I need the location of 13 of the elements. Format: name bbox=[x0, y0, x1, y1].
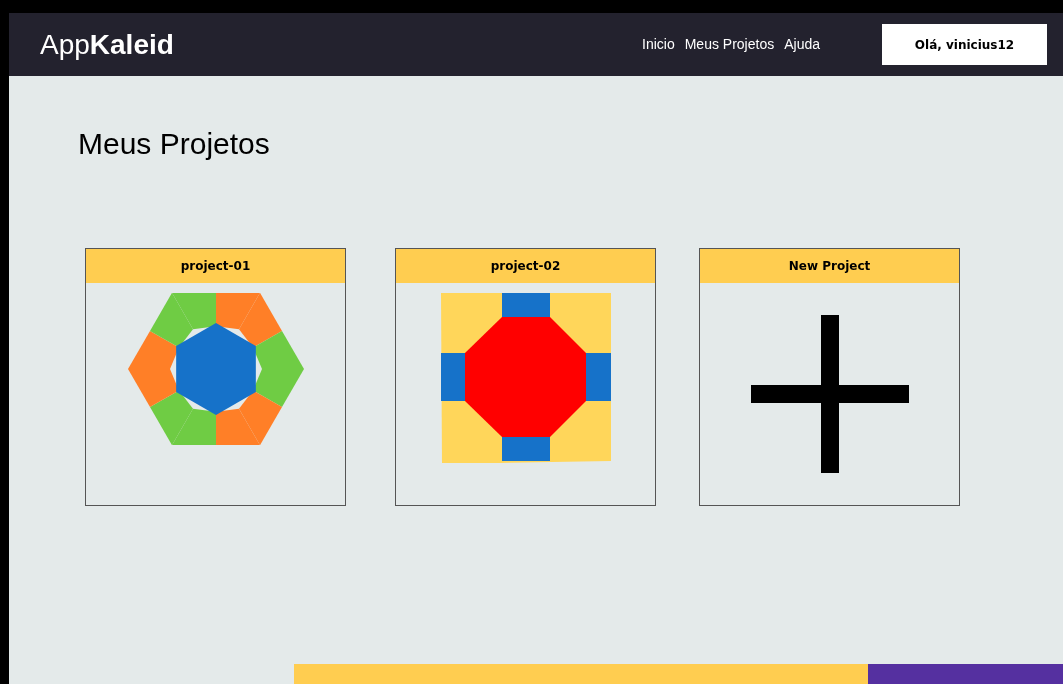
project-card[interactable]: New Project bbox=[699, 248, 960, 506]
app-logo: AppKaleid bbox=[40, 27, 174, 62]
nav-link[interactable]: Inicio bbox=[642, 34, 675, 55]
project-card[interactable]: project-01 bbox=[85, 248, 346, 506]
plus-icon bbox=[750, 315, 909, 473]
card-title: New Project bbox=[700, 249, 959, 283]
page-title: Meus Projetos bbox=[78, 126, 271, 162]
nav-link[interactable]: Ajuda bbox=[784, 34, 820, 55]
card-title: project-01 bbox=[86, 249, 345, 283]
card-title: project-02 bbox=[396, 249, 655, 283]
project-card[interactable]: project-02 bbox=[395, 248, 656, 506]
nav-link[interactable]: Meus Projetos bbox=[684, 34, 775, 55]
user-button[interactable]: Olá, vinicius12 bbox=[882, 24, 1047, 65]
